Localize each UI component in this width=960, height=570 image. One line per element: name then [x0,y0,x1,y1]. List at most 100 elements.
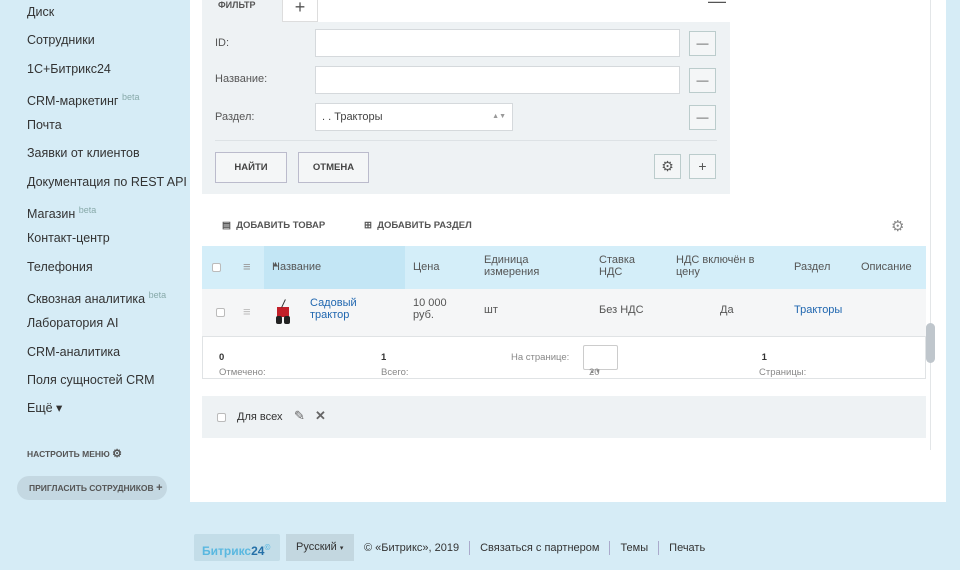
section-label: Раздел: [215,111,255,123]
grid-footer: Отмечено: 0 Всего: 1 На странице: 20 ▲▼ … [202,336,926,379]
per-page-select[interactable]: 20 ▲▼ [583,345,618,378]
partner-link[interactable]: Связаться с партнером [480,542,599,554]
grid-header: ≡ Название ▲ Цена Единица измерения Став… [202,246,926,289]
sidebar: Диск Сотрудники 1С+Битрикс24 CRM-маркети… [0,0,190,422]
name-input[interactable] [315,66,680,94]
column-price[interactable]: Цена [413,261,439,273]
nav-item-disk[interactable]: Диск [0,0,190,26]
pencil-icon[interactable]: ✎ [294,408,305,424]
unit-cell: шт [484,304,498,316]
name-label: Название: [215,73,268,85]
add-tab-button[interactable]: + [282,0,318,22]
nav-item-telephony[interactable]: Телефония [0,253,190,281]
for-all-checkbox[interactable] [217,413,226,422]
cancel-button[interactable]: ОТМЕНА [298,152,369,183]
find-button[interactable]: НАЙТИ [215,152,287,183]
invite-label: ПРИГЛАСИТЬ СОТРУДНИКОВ [29,483,154,493]
beta-badge: beta [121,91,140,102]
nav-item-ai-lab[interactable]: Лаборатория AI [0,309,190,337]
nav-label: Сквозная аналитика [27,292,146,307]
remove-name-field-button[interactable]: — [689,68,716,93]
invite-employees-button[interactable]: ПРИГЛАСИТЬ СОТРУДНИКОВ + [17,476,167,500]
add-folder-icon: ⊞ [364,220,372,231]
product-name-link[interactable]: Садовый трактор [310,297,380,321]
beta-badge: beta [78,205,97,216]
add-field-button[interactable]: + [689,154,716,179]
row-menu-icon[interactable]: ≡ [243,304,251,319]
gear-icon: ⚙ [661,158,674,174]
total-count: Всего: 1 [381,352,409,378]
configure-label: НАСТРОИТЬ МЕНЮ [27,449,110,459]
nav-label: CRM-маркетинг [27,94,119,109]
divider [215,140,717,141]
add-section-button[interactable]: ⊞ ДОБАВИТЬ РАЗДЕЛ [364,220,472,231]
bitrix24-logo[interactable]: Битрикс24© [194,534,280,561]
nav-item-1c[interactable]: 1С+Битрикс24 [0,55,190,83]
column-description[interactable]: Описание [861,261,912,273]
filter-settings-button[interactable]: ⚙ [654,154,681,179]
nav-item-shop[interactable]: Магазин beta [0,196,190,224]
divider [658,540,660,555]
add-product-label: ДОБАВИТЬ ТОВАР [236,220,326,231]
print-link[interactable]: Печать [669,542,705,554]
filter-panel: — ID: — Название: — Раздел: . . Тракторы… [202,0,730,194]
nav-item-rest-docs[interactable]: Документация по REST API [0,168,190,196]
language-select[interactable]: Русский ▾ [286,534,354,561]
delete-icon[interactable]: ✕ [315,408,326,424]
themes-link[interactable]: Темы [620,542,648,554]
column-vat-included[interactable]: НДС включён в цену [676,254,771,278]
select-all-checkbox[interactable] [212,263,221,272]
product-grid: ≡ Название ▲ Цена Единица измерения Став… [202,246,926,379]
add-product-button[interactable]: ▤ ДОБАВИТЬ ТОВАР [222,220,325,231]
page-1-link[interactable]: 1 [762,352,767,363]
column-label: Название [272,261,322,273]
copyright: © «Битрикс», 2019 [364,541,460,554]
collapse-filter-button[interactable]: — [708,0,726,12]
nav-item-crm-analytics[interactable]: CRM-аналитика [0,338,190,366]
main-content: ФИЛЬТР + — ID: — Название: — Раздел: . .… [190,0,946,502]
row-checkbox[interactable] [216,308,225,317]
nav-item-analytics[interactable]: Сквозная аналитика beta [0,281,190,309]
add-section-label: ДОБАВИТЬ РАЗДЕЛ [377,220,472,231]
id-input[interactable] [315,29,680,57]
nav-item-crm-marketing[interactable]: CRM-маркетинг beta [0,83,190,111]
nav-item-requests[interactable]: Заявки от клиентов [0,139,190,167]
id-label: ID: [215,37,230,49]
plus-icon: + [156,482,163,494]
pages-label: Страницы: [759,367,807,378]
nav-item-mail[interactable]: Почта [0,111,190,139]
tab-filter[interactable]: ФИЛЬТР [202,0,282,22]
nav-item-employees[interactable]: Сотрудники [0,26,190,54]
footer: Битрикс24© Русский ▾ © «Битрикс», 2019 С… [194,534,705,561]
selected-label: Отмечено: [219,367,266,378]
gear-icon: ⚙ [112,448,123,460]
pages: Страницы: 1 [759,352,806,378]
column-vat[interactable]: Ставка НДС [599,254,649,278]
grid-settings-gear-icon[interactable]: ⚙ [891,217,904,235]
menu-icon[interactable]: ≡ [243,259,251,274]
scrollbar-handle[interactable] [926,323,935,363]
configure-menu-button[interactable]: НАСТРОИТЬ МЕНЮ ⚙ [27,447,122,460]
total-value: 1 [381,352,387,363]
nav-item-crm-fields[interactable]: Поля сущностей CRM [0,366,190,394]
select-arrows-icon: ▲▼ [492,113,506,120]
price-cell: 10 000 руб. [413,297,447,321]
sort-asc-icon: ▲ [272,261,279,268]
document-icon: ▤ [222,220,231,231]
divider [609,540,611,555]
nav-item-more[interactable]: Ещё ▾ [0,394,190,422]
column-unit[interactable]: Единица измерения [484,254,564,278]
beta-badge: beta [148,289,167,300]
remove-id-field-button[interactable]: — [689,31,716,56]
column-section[interactable]: Раздел [794,261,830,273]
section-link[interactable]: Тракторы [794,304,842,316]
for-all-label: Для всех [237,411,283,423]
section-select[interactable]: . . Тракторы ▲▼ [315,103,513,131]
divider [930,0,931,450]
remove-section-field-button[interactable]: — [689,105,716,130]
group-actions-panel: Для всех ✎ ✕ [202,396,926,438]
nav-item-contact-center[interactable]: Контакт-центр [0,224,190,252]
table-row[interactable]: ≡ Садовый трактор 10 000 руб. шт Без НДС… [202,289,926,336]
section-value: . . Тракторы [322,111,383,123]
selected-value: 0 [219,352,225,363]
